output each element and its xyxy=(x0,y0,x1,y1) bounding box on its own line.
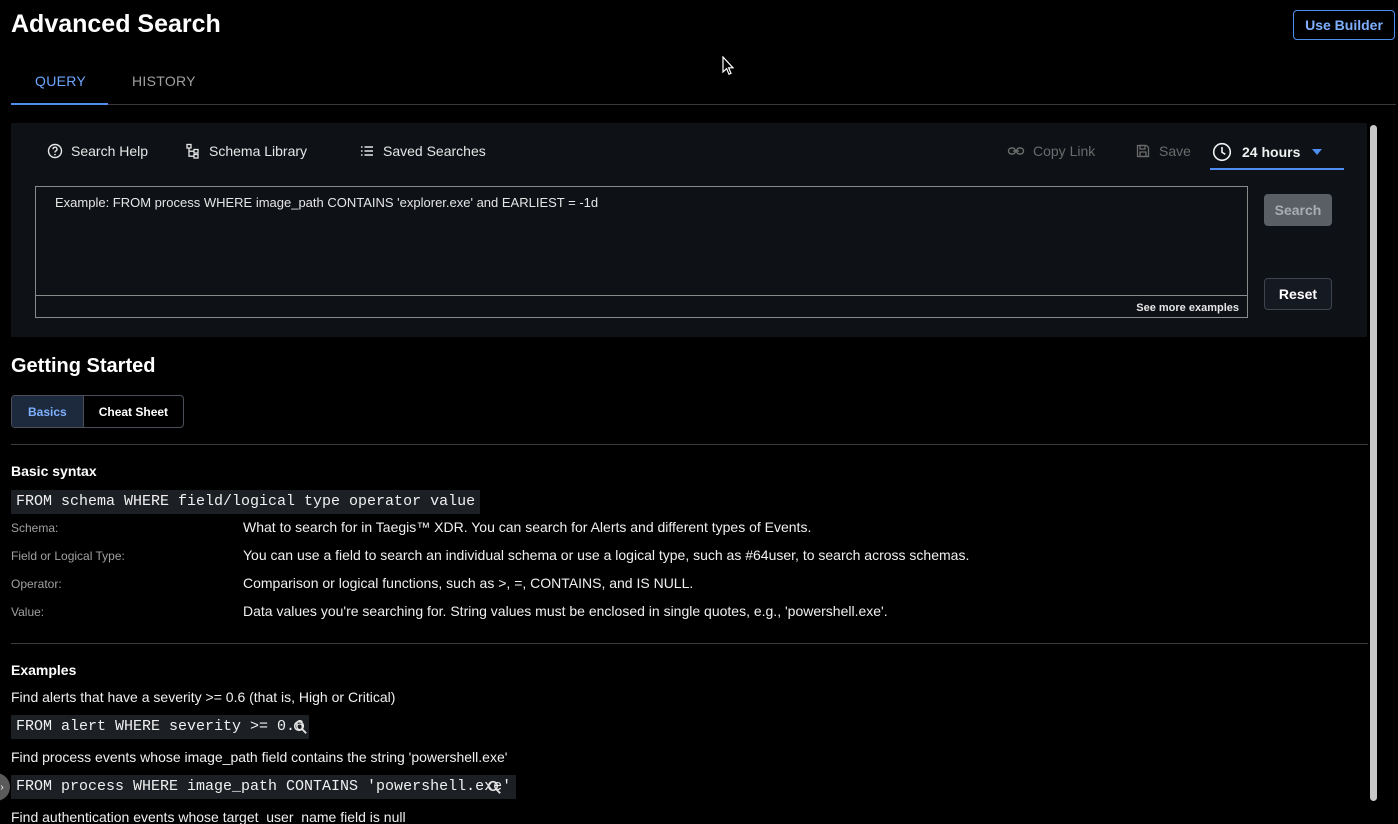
page-title: Advanced Search xyxy=(11,10,221,38)
definition-label: Value: xyxy=(11,605,45,619)
help-circle-icon xyxy=(47,143,63,159)
clock-icon xyxy=(1212,142,1232,161)
expand-sidebar-handle[interactable]: › xyxy=(0,773,10,801)
definition-label: Field or Logical Type: xyxy=(11,549,125,563)
chevron-right-icon: › xyxy=(0,781,4,793)
tab-query[interactable]: QUERY xyxy=(11,62,108,105)
definition-value: You can use a field to search an individ… xyxy=(243,547,970,563)
chevron-down-icon xyxy=(1312,148,1323,155)
query-panel: Search Help Schema Library Saved Searche… xyxy=(11,123,1367,337)
scrollbar[interactable] xyxy=(1370,125,1377,801)
examples-heading: Examples xyxy=(11,662,77,678)
copy-link-button[interactable]: Copy Link xyxy=(1007,141,1095,161)
definition-label: Operator: xyxy=(11,577,62,591)
copy-link-label: Copy Link xyxy=(1033,143,1096,159)
example-description: Find process events whose image_path fie… xyxy=(11,749,508,765)
search-button[interactable]: Search xyxy=(1264,194,1332,226)
schema-library-button[interactable]: Schema Library xyxy=(185,141,307,161)
example-description: Find authentication events whose target_… xyxy=(11,809,406,824)
list-icon xyxy=(361,146,373,156)
schema-library-label: Schema Library xyxy=(209,143,308,159)
getting-started-title: Getting Started xyxy=(11,355,156,377)
getting-started-toggle: Basics Cheat Sheet xyxy=(11,395,185,428)
search-icon[interactable] xyxy=(293,720,308,735)
schema-tree-icon xyxy=(186,143,199,159)
query-input[interactable] xyxy=(36,187,1247,296)
tab-history[interactable]: HISTORY xyxy=(108,62,220,105)
saved-searches-button[interactable]: Saved Searches xyxy=(359,141,486,161)
reset-button[interactable]: Reset xyxy=(1264,278,1332,310)
basic-syntax-code: FROM schema WHERE field/logical type ope… xyxy=(11,490,481,514)
see-more-examples-link[interactable]: See more examples xyxy=(1136,302,1239,314)
use-builder-button[interactable]: Use Builder xyxy=(1293,10,1395,40)
definition-value: What to search for in Taegis™ XDR. You c… xyxy=(243,519,812,535)
save-button[interactable]: Save xyxy=(1135,141,1191,161)
divider xyxy=(11,444,1368,445)
definition-label: Schema: xyxy=(11,521,59,535)
link-icon xyxy=(1007,147,1025,155)
cheat-sheet-tab[interactable]: Cheat Sheet xyxy=(84,396,183,427)
query-editor: See more examples xyxy=(35,186,1248,318)
basic-syntax-heading: Basic syntax xyxy=(11,463,97,479)
tab-bar: QUERY HISTORY xyxy=(11,62,1396,105)
time-range-value: 24 hours xyxy=(1242,143,1301,160)
definition-value: Data values you're searching for. String… xyxy=(243,603,888,619)
save-label: Save xyxy=(1159,143,1191,159)
saved-searches-label: Saved Searches xyxy=(383,143,486,159)
mouse-cursor-icon xyxy=(722,56,734,75)
example-query: FROM alert WHERE severity >= 0.6 xyxy=(11,715,310,739)
basics-tab[interactable]: Basics xyxy=(12,396,84,427)
search-help-label: Search Help xyxy=(71,143,149,159)
divider xyxy=(11,643,1368,644)
search-help-button[interactable]: Search Help xyxy=(47,141,148,161)
example-description: Find alerts that have a severity >= 0.6 … xyxy=(11,689,396,705)
save-icon xyxy=(1136,144,1150,158)
example-query: FROM process WHERE image_path CONTAINS '… xyxy=(11,775,517,799)
search-icon[interactable] xyxy=(487,780,502,795)
definition-value: Comparison or logical functions, such as… xyxy=(243,575,694,591)
time-range-select[interactable]: 24 hours xyxy=(1210,135,1344,170)
